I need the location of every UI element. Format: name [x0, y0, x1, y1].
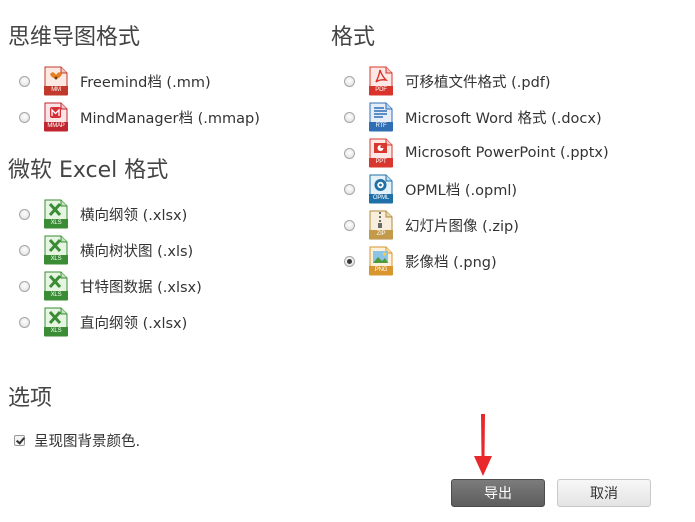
opml-file-icon: OPML [369, 174, 393, 204]
file-type-tag: PPT [369, 158, 393, 167]
option-label: 横向纲领 (.xlsx) [80, 207, 188, 224]
option-label: 直向纲领 (.xlsx) [80, 315, 188, 332]
option-label: 横向树状图 (.xls) [80, 243, 194, 260]
radio-button[interactable] [344, 147, 355, 159]
option-label: 甘特图数据 (.xlsx) [80, 279, 202, 296]
format-heading: 格式 [331, 25, 376, 50]
excel-format-heading: 微软 Excel 格式 [8, 158, 169, 183]
show-background-label: 呈现图背景颜色. [34, 434, 141, 450]
option-excel-horizontal-tree[interactable]: XLS 横向树状图 (.xls) [19, 235, 193, 265]
option-opml[interactable]: OPML OPML档 (.opml) [344, 174, 517, 204]
option-label: Microsoft Word 格式 (.docx) [405, 110, 602, 127]
option-label: 幻灯片图像 (.zip) [405, 218, 519, 235]
option-word[interactable]: RTF Microsoft Word 格式 (.docx) [344, 102, 602, 132]
word-file-icon: RTF [369, 102, 393, 132]
file-type-tag: ZIP [369, 230, 393, 239]
file-type-tag: PNG [369, 266, 393, 275]
option-mindmanager[interactable]: MMAP MindManager档 (.mmap) [19, 102, 260, 132]
excel-file-icon: XLS [44, 235, 68, 265]
export-button[interactable]: 导出 [451, 479, 545, 507]
mindmanager-file-icon: MMAP [44, 102, 68, 132]
file-type-tag: XLS [44, 219, 68, 228]
radio-button-selected[interactable] [344, 255, 355, 267]
excel-file-icon: XLS [44, 199, 68, 229]
show-background-checkbox[interactable] [14, 435, 25, 446]
file-type-tag: XLS [44, 291, 68, 300]
option-freemind[interactable]: MM Freemind档 (.mm) [19, 66, 211, 96]
option-label: MindManager档 (.mmap) [80, 110, 260, 127]
radio-button[interactable] [19, 244, 30, 256]
option-label: Microsoft PowerPoint (.pptx) [405, 145, 609, 161]
file-type-tag: OPML [369, 194, 393, 203]
file-type-tag: PDF [369, 86, 393, 95]
option-powerpoint[interactable]: PPT Microsoft PowerPoint (.pptx) [344, 138, 609, 168]
radio-button[interactable] [19, 111, 30, 123]
file-type-tag: MM [44, 86, 68, 95]
radio-button[interactable] [344, 111, 355, 123]
freemind-file-icon: MM [44, 66, 68, 96]
option-label: 影像档 (.png) [405, 254, 497, 271]
file-type-tag: XLS [44, 327, 68, 336]
radio-button[interactable] [344, 75, 355, 87]
option-label: Freemind档 (.mm) [80, 74, 211, 91]
file-type-tag: MMAP [44, 122, 68, 131]
option-label: OPML档 (.opml) [405, 182, 518, 199]
option-png-image[interactable]: PNG 影像档 (.png) [344, 246, 497, 276]
option-excel-horizontal-outline[interactable]: XLS 横向纲领 (.xlsx) [19, 199, 187, 229]
pdf-file-icon: PDF [369, 66, 393, 96]
show-background-option[interactable]: 呈现图背景颜色. [14, 430, 140, 451]
excel-file-icon: XLS [44, 307, 68, 337]
image-file-icon: PNG [369, 246, 393, 276]
radio-button[interactable] [19, 75, 30, 87]
annotation-arrow-icon [474, 414, 492, 476]
option-excel-gantt-data[interactable]: XLS 甘特图数据 (.xlsx) [19, 271, 202, 301]
option-excel-vertical-outline[interactable]: XLS 直向纲领 (.xlsx) [19, 307, 187, 337]
options-heading: 选项 [8, 386, 53, 411]
file-type-tag: XLS [44, 255, 68, 264]
option-slide-images[interactable]: ZIP 幻灯片图像 (.zip) [344, 210, 519, 240]
cancel-button[interactable]: 取消 [557, 479, 651, 507]
file-type-tag: RTF [369, 122, 393, 131]
radio-button[interactable] [19, 280, 30, 292]
option-pdf[interactable]: PDF 可移植文件格式 (.pdf) [344, 66, 551, 96]
radio-button[interactable] [344, 219, 355, 231]
radio-button[interactable] [344, 183, 355, 195]
radio-button[interactable] [19, 208, 30, 220]
excel-file-icon: XLS [44, 271, 68, 301]
mindmap-format-heading: 思维导图格式 [8, 25, 141, 50]
option-label: 可移植文件格式 (.pdf) [405, 74, 551, 91]
zip-file-icon: ZIP [369, 210, 393, 240]
powerpoint-file-icon: PPT [369, 138, 393, 168]
radio-button[interactable] [19, 316, 30, 328]
